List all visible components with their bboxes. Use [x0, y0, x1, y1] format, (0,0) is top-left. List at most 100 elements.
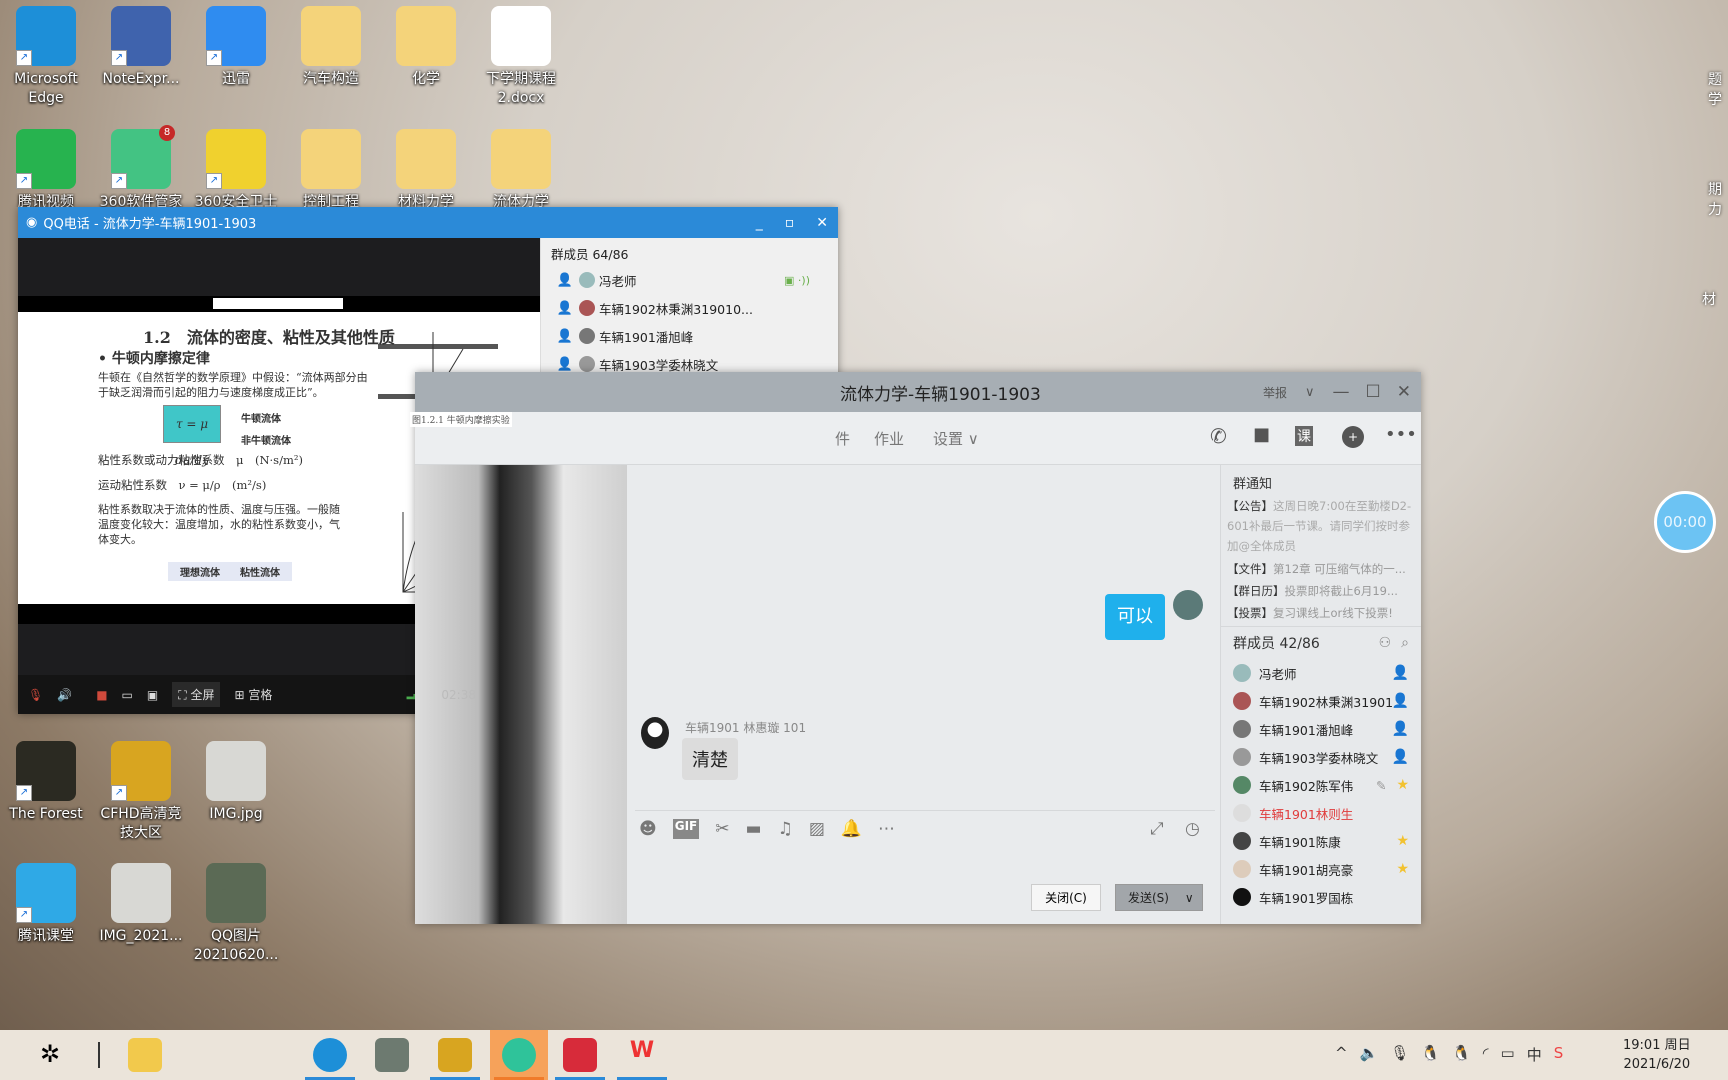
expand-icon[interactable]: ⤢: [1150, 819, 1164, 839]
kinematic-line: 运动粘性系数 ν = μ/ρ (m²/s): [98, 478, 267, 492]
notice-item[interactable]: 【文件】第12章 可压缩气体的一...: [1227, 558, 1415, 580]
desktop-icon[interactable]: 汽车构造: [285, 0, 377, 89]
desktop-icon[interactable]: IMG_2021...: [95, 857, 187, 946]
speaker-icon[interactable]: 🔊: [57, 688, 72, 702]
voice-call-icon[interactable]: ✆: [1210, 424, 1227, 448]
qq-tray-icon-2[interactable]: 🐧: [1452, 1044, 1471, 1065]
desktop-icon[interactable]: 下学期课程2.docx: [475, 0, 567, 108]
desktop-icon[interactable]: IMG.jpg: [190, 735, 282, 824]
add-app-icon[interactable]: +: [1342, 426, 1364, 448]
app-icon: ↗: [111, 6, 171, 66]
ime-indicator[interactable]: 中: [1527, 1044, 1542, 1065]
timer-widget[interactable]: 00:00: [1654, 491, 1716, 553]
add-member-icon[interactable]: ⚇: [1379, 635, 1392, 651]
qq-tray-icon[interactable]: 🐧: [1421, 1044, 1440, 1065]
bell-icon[interactable]: 🔔: [841, 819, 862, 839]
more-tools-icon[interactable]: ⋯: [878, 819, 895, 839]
call-member-row[interactable]: 👤 车辆1901潘旭峰: [541, 322, 838, 350]
desktop-icon[interactable]: ↗ Microsoft Edge: [0, 0, 92, 108]
search-icon[interactable]: ⌕: [1401, 635, 1409, 651]
grid-button[interactable]: ⊞ 宫格: [234, 686, 272, 703]
notice-item[interactable]: 【群日历】投票即将截止6月19...: [1227, 580, 1415, 602]
desktop-icon[interactable]: ↗ CFHD高清竞技大区: [95, 735, 187, 843]
my-avatar[interactable]: [1173, 590, 1203, 620]
volume-icon[interactable]: 🔈: [1360, 1044, 1379, 1065]
sidebar-member-row[interactable]: 车辆1901潘旭峰 👤: [1221, 715, 1421, 743]
desktop-icon[interactable]: ↗ 腾讯课堂: [0, 857, 92, 946]
battery-icon[interactable]: ▭: [1501, 1044, 1515, 1065]
close-button[interactable]: ✕: [816, 215, 828, 231]
notes-taskbar-icon[interactable]: [502, 1038, 536, 1072]
scissors-icon[interactable]: ✂: [715, 819, 729, 839]
desktop-icon[interactable]: 材料力学: [380, 123, 472, 207]
sidebar-member-row[interactable]: 车辆1903学委林晓文 👤: [1221, 743, 1421, 771]
viscosity-line: 粘性系数或动力粘性系数 μ (N·s/m²): [98, 453, 303, 467]
sidebar-member-row[interactable]: 车辆1901林则生: [1221, 799, 1421, 827]
desktop-icon[interactable]: QQ图片20210620...: [190, 857, 282, 965]
report-button[interactable]: 举报: [1263, 384, 1287, 401]
edge-taskbar-icon[interactable]: [313, 1038, 347, 1072]
qq-taskbar-icon[interactable]: [438, 1038, 472, 1072]
send-options-chevron[interactable]: ∨: [1185, 891, 1194, 905]
minimize-button[interactable]: _: [756, 215, 763, 231]
gif-icon[interactable]: GIF: [672, 819, 700, 839]
netease-music-icon[interactable]: [563, 1038, 597, 1072]
wifi-icon[interactable]: ◜: [1483, 1044, 1489, 1065]
emoji-icon[interactable]: ☻: [639, 819, 657, 839]
sidebar-member-row[interactable]: 车辆1902陈军伟 ✎ ★: [1221, 771, 1421, 799]
close-button[interactable]: ✕: [1397, 382, 1411, 402]
dropdown-button[interactable]: ∨: [1305, 385, 1315, 400]
close-chat-button[interactable]: 关闭(C): [1031, 884, 1101, 911]
tab-files[interactable]: 件: [835, 428, 850, 449]
sidebar-member-row[interactable]: 车辆1901胡亮豪 ★: [1221, 855, 1421, 883]
call-member-row[interactable]: 👤 车辆1902林秉渊319010...: [541, 294, 838, 322]
sidebar-member-row[interactable]: 冯老师 👤: [1221, 659, 1421, 687]
notification-badge: 8: [159, 125, 175, 141]
file-explorer-icon[interactable]: [128, 1038, 162, 1072]
sogou-icon[interactable]: S: [1554, 1044, 1564, 1065]
image-icon[interactable]: ▨: [809, 819, 825, 839]
desktop-icon[interactable]: 控制工程: [285, 123, 377, 207]
music-icon[interactable]: ♫: [778, 819, 793, 839]
desktop-icon[interactable]: 化学: [380, 0, 472, 89]
share-screen-icon[interactable]: ▭: [122, 688, 133, 702]
desktop-icon[interactable]: ↗ 360安全卫士: [190, 123, 282, 207]
notice-item[interactable]: 【投票】复习课线上or线下投票!: [1227, 602, 1415, 624]
fullscreen-label: 全屏: [190, 688, 215, 702]
class-icon[interactable]: 课: [1295, 426, 1313, 446]
sidebar-member-row[interactable]: 车辆1901罗国栋: [1221, 883, 1421, 911]
app-launcher-icon[interactable]: ✲: [40, 1040, 60, 1068]
maximize-button[interactable]: ☐: [1366, 382, 1381, 402]
edit-icon[interactable]: ✎: [1376, 778, 1386, 793]
star-badge-icon: ★: [1396, 833, 1409, 849]
video-call-icon[interactable]: ■: [1253, 424, 1270, 445]
sender-avatar[interactable]: [641, 717, 669, 749]
desktop-icon[interactable]: ↗ 8 360软件管家: [95, 123, 187, 207]
call-member-row[interactable]: 👤 冯老师 ▣ ·)): [541, 266, 838, 294]
mic-icon[interactable]: 🎙: [1390, 1044, 1409, 1065]
whiteboard-icon[interactable]: ▣: [147, 688, 158, 702]
sidebar-member-row[interactable]: 车辆1902林秉渊31901(👤: [1221, 687, 1421, 715]
tab-settings[interactable]: 设置 ∨: [933, 428, 979, 449]
send-button[interactable]: 发送(S) ∨: [1115, 884, 1203, 911]
camera-off-icon[interactable]: ■: [96, 688, 107, 702]
fullscreen-button[interactable]: ⛶ 全屏: [172, 682, 221, 707]
folder-icon[interactable]: ▬: [746, 819, 762, 839]
desktop-icon[interactable]: ↗ 迅雷: [190, 0, 282, 89]
clock[interactable]: 19:01 周日 2021/6/20: [1623, 1036, 1691, 1074]
desktop-icon[interactable]: ↗ NoteExpr...: [95, 0, 187, 89]
desktop-icon[interactable]: ↗ The Forest: [0, 735, 92, 824]
tab-homework[interactable]: 作业: [874, 428, 904, 449]
announcement[interactable]: 【公告】这周日晚7:00在至勤楼D2-601补最后一节课。请同学们按时参加@全体…: [1221, 492, 1421, 556]
sidebar-member-row[interactable]: 车辆1901陈康 ★: [1221, 827, 1421, 855]
history-clock-icon[interactable]: ◷: [1185, 819, 1200, 839]
chevron-up-icon[interactable]: ^: [1335, 1044, 1348, 1065]
minimize-button[interactable]: —: [1333, 382, 1350, 402]
app-taskbar-icon[interactable]: [375, 1038, 409, 1072]
mic-muted-icon[interactable]: 🎙: [28, 688, 43, 702]
more-icon[interactable]: •••: [1385, 424, 1417, 445]
wps-icon[interactable]: W: [625, 1038, 659, 1072]
desktop-icon[interactable]: 流体力学: [475, 123, 567, 207]
desktop-icon[interactable]: ↗ 腾讯视频: [0, 123, 92, 207]
maximize-button[interactable]: ▫: [785, 215, 795, 231]
